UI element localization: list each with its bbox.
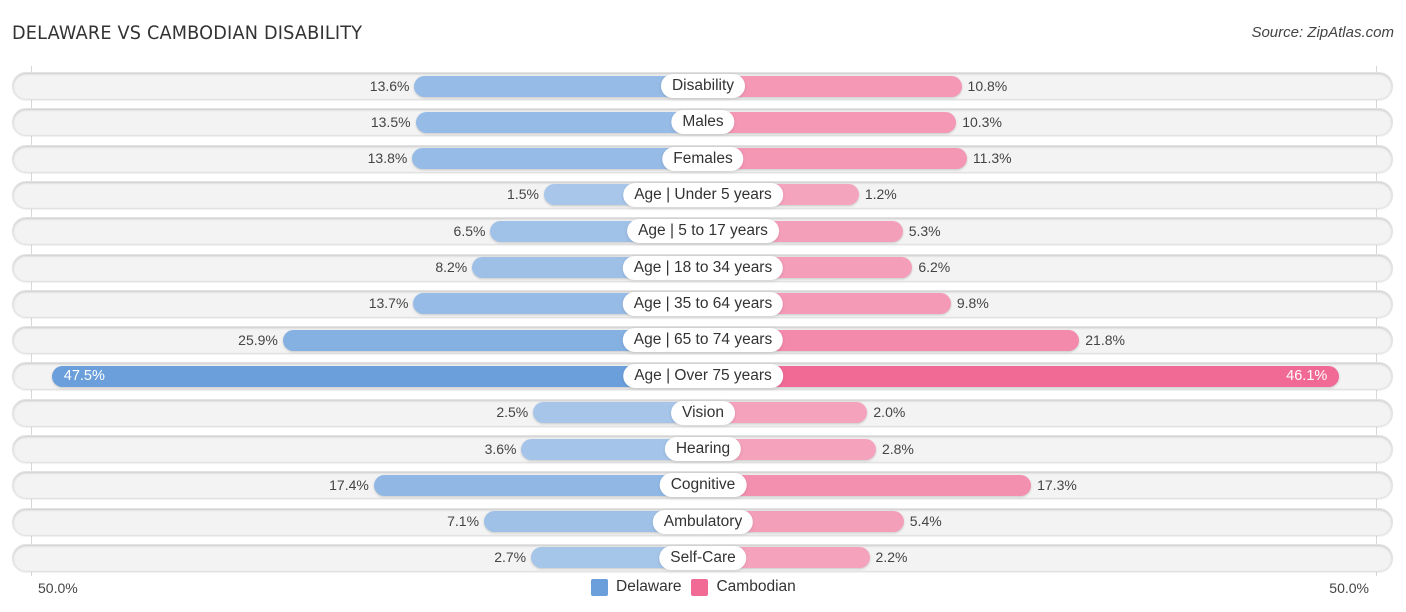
value-label-delaware: 8.2%: [435, 259, 468, 275]
value-label-delaware: 7.1%: [447, 513, 480, 530]
legend: Delaware Cambodian: [591, 578, 806, 596]
value-label-cambodian: 46.1%: [1286, 367, 1328, 384]
value-label-delaware: 13.5%: [370, 113, 411, 130]
value-label-cambodian: 5.4%: [909, 513, 942, 530]
value-label-cambodian: 2.2%: [875, 549, 908, 566]
value-label-delaware: 13.8%: [367, 150, 408, 167]
legend-item-cambodian[interactable]: Cambodian: [691, 578, 796, 596]
category-label: Females: [662, 146, 744, 171]
bar-delaware[interactable]: [412, 148, 703, 170]
category-label: Ambulatory: [652, 509, 754, 534]
bar-delaware[interactable]: [51, 365, 703, 387]
value-label-delaware: 25.9%: [238, 331, 278, 348]
value-label-cambodian: 5.3%: [908, 222, 941, 239]
value-label-cambodian: 10.8%: [967, 77, 1008, 94]
category-label: Age | 35 to 64 years: [622, 291, 784, 316]
legend-swatch-cambodian: [691, 578, 709, 596]
value-label-cambodian: 6.2%: [918, 259, 951, 275]
value-label-cambodian: 11.3%: [972, 150, 1012, 167]
value-label-cambodian: 10.3%: [962, 113, 1002, 130]
value-label-cambodian: 2.8%: [881, 440, 914, 457]
right-axis-label: 50.0%: [1329, 580, 1369, 596]
bar-delaware[interactable]: [373, 474, 703, 496]
value-label-delaware: 2.7%: [494, 549, 527, 566]
bar-cambodian[interactable]: [703, 111, 957, 133]
value-label-delaware: 17.4%: [329, 476, 369, 493]
category-label: Age | 18 to 34 years: [622, 255, 784, 280]
chart-area: 13.6% 10.8% Disability 13.5% 10.3% Males 13.8%…: [0, 0, 1406, 612]
value-label-delaware: 3.6%: [484, 440, 517, 457]
value-label-cambodian: 1.2%: [864, 186, 897, 203]
value-label-delaware: 1.5%: [507, 186, 539, 203]
legend-item-delaware[interactable]: Delaware: [591, 578, 681, 596]
category-label: Self-Care: [659, 545, 747, 570]
value-label-cambodian: 2.0%: [873, 404, 906, 421]
bar-delaware[interactable]: [415, 111, 703, 133]
legend-label-cambodian: Cambodian: [716, 578, 796, 595]
value-label-delaware: 6.5%: [453, 222, 486, 239]
left-axis-label: 50.0%: [38, 580, 78, 596]
category-label: Hearing: [664, 437, 742, 461]
value-label-cambodian: 21.8%: [1085, 331, 1125, 348]
value-label-cambodian: 9.8%: [956, 295, 989, 312]
category-label: Vision: [671, 400, 735, 425]
bar-cambodian[interactable]: [703, 474, 1032, 496]
bar-cambodian[interactable]: [703, 365, 1340, 387]
category-label: Age | Under 5 years: [623, 182, 783, 207]
value-label-delaware: 13.6%: [369, 77, 410, 94]
legend-swatch-delaware: [591, 578, 608, 596]
legend-label-delaware: Delaware: [616, 578, 682, 595]
value-label-delaware: 2.5%: [496, 404, 529, 421]
bar-delaware[interactable]: [414, 75, 703, 97]
value-label-delaware: 47.5%: [63, 367, 105, 384]
category-label: Age | 5 to 17 years: [627, 219, 779, 244]
value-label-delaware: 13.7%: [368, 295, 409, 312]
category-label: Cognitive: [659, 473, 747, 498]
category-label: Males: [671, 110, 735, 135]
category-label: Disability: [660, 74, 746, 98]
category-label: Age | 65 to 74 years: [622, 328, 784, 353]
category-label: Age | Over 75 years: [623, 364, 783, 389]
value-label-cambodian: 17.3%: [1037, 476, 1077, 493]
